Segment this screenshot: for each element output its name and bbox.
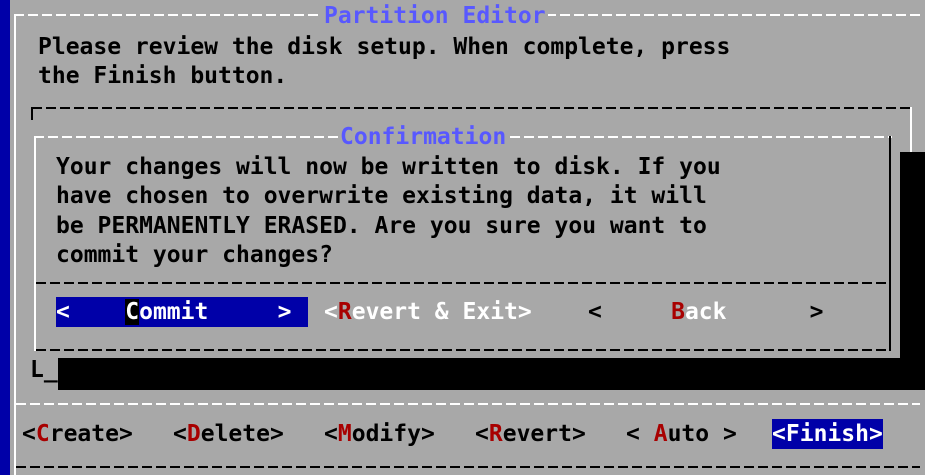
dialog-text-line-3: be PERMANENTLY ERASED. Are you sure you … [56, 213, 707, 239]
dialog-text-line-2: have chosen to overwrite existing data, … [56, 183, 707, 209]
revert-exit-button[interactable]: <Revert & Exit> [324, 297, 532, 327]
dialog-title: Confirmation [338, 122, 509, 152]
dialog-frame-left [34, 136, 36, 351]
partition-list-frame-top [32, 107, 912, 109]
modify-button[interactable]: <Modify> [324, 419, 435, 449]
editor-title: Partition Editor [322, 1, 548, 31]
back-button[interactable]: < Back > [588, 297, 840, 327]
editor-message-line-1: Please review the disk setup. When compl… [38, 34, 731, 60]
partition-list-bottom-corner: L_ [30, 357, 58, 383]
revert-button[interactable]: <Revert> [475, 419, 586, 449]
dialog-frame-right [889, 136, 891, 351]
commit-button[interactable]: < Commit > [56, 297, 308, 327]
delete-button[interactable]: <Delete> [173, 419, 284, 449]
editor-frame-left [14, 14, 16, 475]
create-button[interactable]: <Create> [22, 419, 133, 449]
dialog-text-line-4: commit your changes? [56, 242, 333, 268]
editor-message-line-2: the Finish button. [38, 63, 288, 89]
dialog-frame-bottom [36, 349, 891, 351]
editor-buttons-separator [16, 403, 920, 405]
dialog-buttons-separator [36, 282, 889, 284]
dialog-text-line-1: Your changes will now be written to disk… [56, 154, 721, 180]
finish-button[interactable]: <Finish> [772, 419, 883, 449]
editor-bottom-line [16, 466, 920, 468]
dialog-shadow-bottom [58, 358, 925, 390]
auto-button[interactable]: < Auto > [626, 419, 737, 449]
